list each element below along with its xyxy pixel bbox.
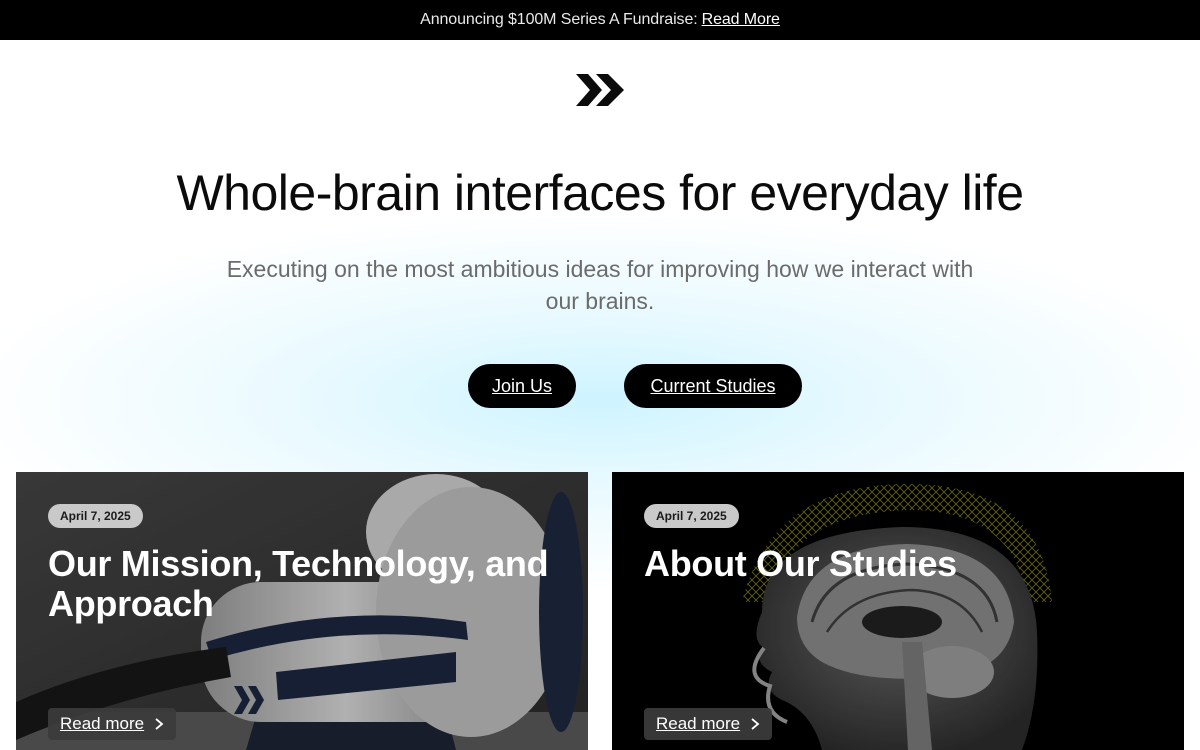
read-more-label: Read more bbox=[60, 714, 145, 733]
chevron-right-icon bbox=[751, 718, 760, 730]
mission-read-more-button[interactable]: Read more bbox=[48, 708, 177, 740]
double-chevron-logo-icon[interactable] bbox=[574, 72, 626, 108]
hero-headline: Whole-brain interfaces for everyday life bbox=[176, 165, 1024, 221]
studies-read-more-button[interactable]: Read more bbox=[644, 708, 773, 740]
studies-card-date: April 7, 2025 bbox=[644, 504, 739, 528]
chevron-right-icon bbox=[155, 718, 164, 730]
current-studies-button[interactable]: Current Studies bbox=[624, 364, 802, 408]
announcement-bar: Announcing $100M Series A Fundraise: Rea… bbox=[0, 0, 1200, 40]
studies-card-title[interactable]: About Our Studies bbox=[644, 544, 1164, 584]
announcement-read-more-link[interactable]: Read More bbox=[702, 11, 780, 29]
hero-subhead: Executing on the most ambitious ideas fo… bbox=[226, 256, 974, 314]
read-more-label: Read more bbox=[656, 714, 741, 733]
mission-card-date: April 7, 2025 bbox=[48, 504, 143, 528]
studies-card[interactable]: April 7, 2025 About Our Studies Read mor… bbox=[612, 472, 1184, 750]
announcement-text: Announcing $100M Series A Fundraise: bbox=[420, 11, 698, 28]
join-us-button[interactable]: Join Us bbox=[468, 364, 576, 408]
mission-card[interactable]: April 7, 2025 Our Mission, Technology, a… bbox=[16, 472, 588, 750]
mission-card-title[interactable]: Our Mission, Technology, and Approach bbox=[48, 544, 568, 624]
